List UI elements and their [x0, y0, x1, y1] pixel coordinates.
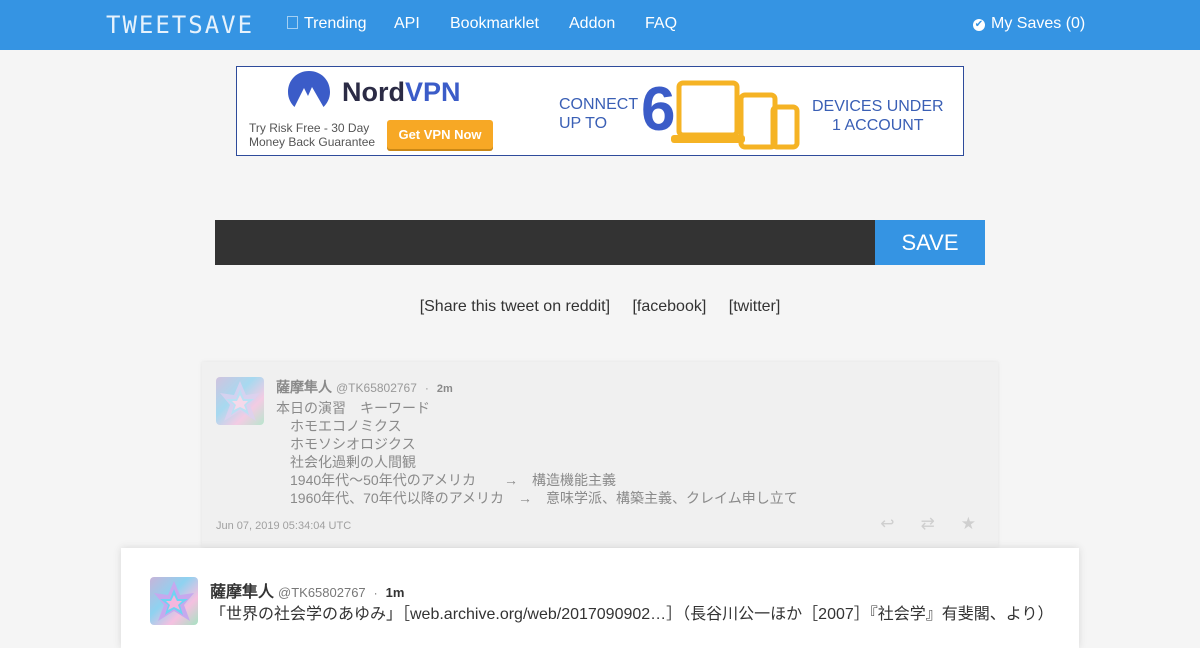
devices-icon	[671, 80, 800, 150]
tweet-text: 本日の演習 キーワード ホモエコノミクス ホモソシオロジクス 社会化過剰の人間観…	[276, 400, 798, 506]
avatar[interactable]	[150, 577, 198, 625]
reply-icon[interactable]: ↩	[880, 514, 894, 534]
nav-faq[interactable]: FAQ	[645, 15, 677, 33]
brand-logo[interactable]: TWEETSAVE	[106, 11, 254, 39]
nav-bookmarklet[interactable]: Bookmarklet	[450, 15, 539, 33]
tweet-author-name[interactable]: 薩摩隼人	[276, 379, 332, 395]
ad-connect-text: CONNECT UP TO	[559, 96, 639, 132]
save-button[interactable]: SAVE	[875, 220, 985, 265]
tweet-url-input[interactable]	[215, 220, 875, 265]
share-facebook-link[interactable]: [facebook]	[632, 298, 706, 315]
separator-dot: ·	[424, 381, 429, 395]
tweet-header: 薩摩隼人 @TK65802767 · 2m	[276, 377, 453, 397]
nav-addon[interactable]: Addon	[569, 15, 615, 33]
nordvpn-wordmark: NordVPN	[342, 77, 461, 107]
avatar-image	[154, 581, 194, 621]
tweet-author-handle[interactable]: @TK65802767	[336, 381, 417, 395]
tweet-card: 薩摩隼人 @TK65802767 · 2m 本日の演習 キーワード ホモエコノミクス …	[202, 362, 998, 547]
nav-trending-label: Trending	[304, 15, 367, 32]
nav-api[interactable]: API	[394, 15, 420, 33]
star-icon[interactable]: ★	[961, 514, 976, 534]
retweet-icon[interactable]: ⇄	[921, 514, 935, 534]
avatar[interactable]	[216, 377, 264, 425]
navbar: TWEETSAVE Trending API Bookmarklet Addon…	[0, 0, 1200, 50]
nordvpn-ad-banner[interactable]: NordVPN Try Risk Free - 30 Day Money Back…	[236, 66, 964, 156]
my-saves-link[interactable]: ✔ My Saves (0)	[973, 15, 1085, 33]
nav-trending[interactable]: Trending	[287, 15, 367, 33]
nordvpn-mountain-icon	[288, 71, 330, 107]
share-links: [Share this tweet on reddit] [facebook] …	[0, 298, 1200, 316]
tweet-time: 2m	[436, 383, 453, 395]
tweet-actions: ↩ ⇄ ★	[854, 514, 976, 534]
get-vpn-button[interactable]: Get VPN Now	[387, 120, 493, 149]
tweet-date: Jun 07, 2019 05:34:04 UTC	[216, 520, 352, 532]
tweet-author-name[interactable]: 薩摩隼人	[210, 584, 274, 601]
ad-tagline: Try Risk Free - 30 Day Money Back Guarant…	[249, 121, 376, 149]
tweet-time: 1m	[385, 585, 405, 600]
arrow-circle-icon: ✔	[973, 19, 985, 31]
trending-icon	[287, 16, 298, 29]
tweet-text: 「世界の社会学のあゆみ」［web.archive.org/web/2017090…	[210, 606, 1054, 623]
tweet-card-main: 薩摩隼人 @TK65802767 · 1m 「世界の社会学のあゆみ」［web.arch…	[121, 548, 1079, 648]
separator-dot: ·	[373, 586, 378, 600]
ad-devices-text: DEVICES UNDER 1 ACCOUNT	[812, 98, 944, 134]
share-reddit-link[interactable]: [Share this tweet on reddit]	[420, 298, 610, 315]
my-saves-label: My Saves (0)	[991, 15, 1086, 32]
share-twitter-link[interactable]: [twitter]	[729, 298, 781, 315]
tweet-header: 薩摩隼人 @TK65802767 · 1m	[210, 578, 404, 602]
avatar-image	[220, 381, 260, 421]
tweet-author-handle[interactable]: @TK65802767	[278, 585, 366, 600]
